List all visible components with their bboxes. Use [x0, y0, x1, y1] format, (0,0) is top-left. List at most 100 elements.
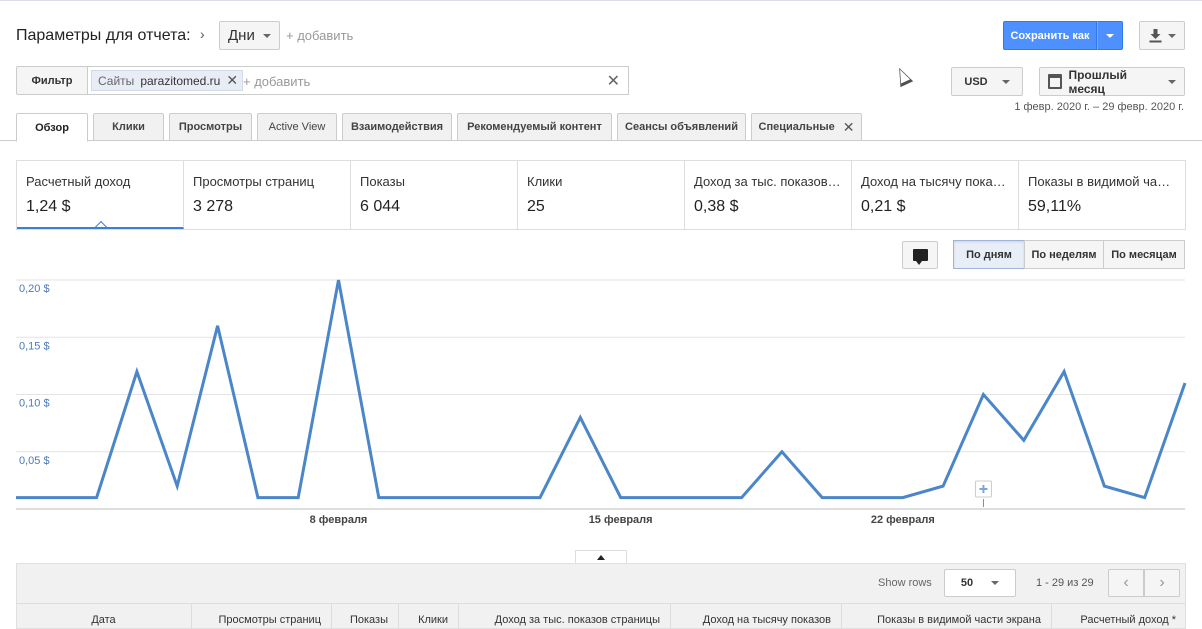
metric-card-clicks[interactable]: Клики 25 [518, 161, 685, 229]
add-filter-link[interactable]: + добавить [243, 74, 310, 89]
column-header-date[interactable]: Дата [16, 604, 192, 629]
prev-page-button[interactable]: ‹ [1108, 569, 1144, 597]
tab-ad-sessions[interactable]: Сеансы объявлений [617, 113, 746, 141]
tab-label: Сеансы объявлений [625, 121, 738, 133]
metric-value: 6 044 [360, 198, 401, 215]
y-tick-label: 0,05 $ [19, 455, 50, 467]
tab-views[interactable]: Просмотры [169, 113, 252, 141]
currency-label: USD [964, 75, 988, 88]
y-tick-label: 0,10 $ [19, 398, 50, 410]
metric-card-page-rpm[interactable]: Доход за тыс. показов страницы 0,38 $ [685, 161, 852, 229]
tab-custom[interactable]: Специальные ✕ [751, 113, 862, 141]
metric-name: Просмотры страниц [193, 174, 315, 189]
currency-dropdown[interactable]: USD [951, 67, 1023, 96]
metric-value: 0,38 $ [694, 198, 739, 215]
chevron-down-icon [1168, 79, 1176, 84]
earnings-line-chart: 0,20 $ 0,15 $ 0,10 $ 0,05 $ 8 февраля 15 февр… [16, 279, 1187, 526]
collapse-chart-toggle[interactable] [575, 550, 627, 564]
metric-card-impression-rpm[interactable]: Доход на тысячу показов 0,21 $ [852, 161, 1019, 229]
annotation-button[interactable] [902, 241, 938, 269]
metric-name: Клики [527, 174, 563, 189]
tab-label: Взаимодействия [350, 121, 444, 133]
x-tick-label: 8 февраля [310, 514, 368, 526]
date-range-dropdown[interactable]: Прошлый месяц [1039, 67, 1185, 96]
download-button[interactable] [1139, 21, 1185, 50]
tab-clicks[interactable]: Клики [93, 113, 164, 141]
tab-active-view[interactable]: Active View [257, 113, 337, 141]
chevron-left-icon: ‹ [1123, 574, 1129, 591]
date-range-label: Прошлый месяц [1068, 67, 1127, 96]
close-icon[interactable]: ✕ [843, 119, 855, 136]
column-header-impression-rpm[interactable]: Доход на тысячу показов [671, 604, 842, 629]
filter-button[interactable]: Фильтр [16, 66, 88, 95]
save-as-button[interactable]: Сохранить как [1003, 21, 1097, 50]
chevron-down-icon [991, 581, 1000, 585]
tab-recommended-content[interactable]: Рекомендуемый контент [457, 113, 612, 141]
tab-label: Клики [112, 121, 145, 133]
filter-chip-sites[interactable]: Сайты parazitomed.ru ✕ [91, 70, 244, 91]
granularity-month-button[interactable]: По месяцам [1103, 240, 1185, 269]
x-tick-label: 15 февраля [589, 514, 653, 526]
metric-value: 0,21 $ [861, 198, 906, 215]
metric-card-impressions[interactable]: Показы 6 044 [351, 161, 518, 229]
pagination-range: 1 - 29 из 29 [1036, 577, 1094, 589]
calendar-icon [1048, 74, 1063, 89]
y-tick-label: 0,15 $ [19, 340, 50, 352]
dimension-dropdown-label: Дни [228, 27, 255, 44]
metric-name: Показы в видимой части экрана [1028, 174, 1176, 189]
download-icon [1149, 28, 1161, 42]
tab-label: Просмотры [178, 121, 243, 133]
dimension-dropdown[interactable]: Дни [219, 21, 280, 50]
filter-chip-label: Сайты [98, 73, 135, 88]
mouse-cursor-icon [892, 64, 914, 88]
chevron-down-icon [1167, 33, 1176, 38]
filter-chip-value: parazitomed.ru [140, 73, 221, 88]
table-header: Дата Просмотры страниц Показы Клики Дохо… [16, 603, 1186, 629]
column-header-page-rpm[interactable]: Доход за тыс. показов страницы [459, 604, 671, 629]
chevron-right-icon: › [200, 26, 205, 42]
show-rows-label: Show rows [878, 577, 932, 589]
comment-icon [912, 249, 928, 265]
top-border [0, 0, 1202, 1]
chevron-down-icon [262, 33, 271, 38]
rows-per-page-dropdown[interactable]: 50 [944, 569, 1016, 597]
y-tick-label: 0,20 $ [19, 283, 50, 295]
next-page-button[interactable]: › [1144, 569, 1180, 597]
metric-card-estimated-earnings[interactable]: Расчетный доход 1,24 $ [17, 161, 184, 229]
save-as-menu-button[interactable] [1097, 21, 1123, 50]
chevron-up-icon [597, 555, 605, 560]
tab-label: Active View [268, 121, 326, 133]
metric-card-page-views[interactable]: Просмотры страниц 3 278 [184, 161, 351, 229]
x-tick-label: 22 февраля [871, 514, 935, 526]
close-icon[interactable]: ✕ [226, 72, 238, 89]
metric-card-viewability[interactable]: Показы в видимой части экрана 59,11% [1019, 161, 1185, 229]
tab-interactions[interactable]: Взаимодействия [342, 113, 452, 141]
tab-label: Обзор [35, 121, 69, 134]
tab-label: Специальные [758, 121, 835, 133]
column-header-clicks[interactable]: Клики [399, 604, 459, 629]
metric-name: Доход на тысячу показов [861, 174, 1009, 189]
granularity-day-button[interactable]: По дням [953, 240, 1025, 269]
metric-name: Показы [360, 174, 405, 189]
metric-name: Доход за тыс. показов страницы [694, 174, 842, 189]
chevron-down-icon [1106, 33, 1114, 38]
report-params-title: Параметры для отчета: [16, 27, 191, 44]
series-line [16, 279, 1187, 500]
metric-value: 59,11% [1028, 198, 1082, 215]
metrics-scorecard: Расчетный доход 1,24 $ Просмотры страниц… [16, 160, 1186, 230]
tab-overview[interactable]: Обзор [16, 113, 88, 142]
chevron-down-icon [1001, 79, 1010, 84]
clear-filter-icon[interactable]: ✕ [607, 71, 620, 91]
filter-input-box[interactable]: Сайты parazitomed.ru ✕ + добавить ✕ [87, 66, 629, 95]
date-range-text: 1 февр. 2020 г. – 29 февр. 2020 г. [1014, 101, 1184, 113]
rows-per-page-value: 50 [960, 577, 974, 589]
chevron-right-icon: › [1159, 574, 1165, 591]
metric-name: Расчетный доход [26, 174, 131, 189]
column-header-impressions[interactable]: Показы [332, 604, 399, 629]
column-header-page-views[interactable]: Просмотры страниц [192, 604, 332, 629]
metric-value: 1,24 $ [26, 198, 71, 215]
column-header-estimated-earnings[interactable]: Расчетный доход * [1052, 604, 1186, 629]
column-header-viewability[interactable]: Показы в видимой части экрана [842, 604, 1052, 629]
granularity-week-button[interactable]: По неделям [1024, 240, 1104, 269]
add-dimension-link[interactable]: + добавить [286, 28, 353, 43]
